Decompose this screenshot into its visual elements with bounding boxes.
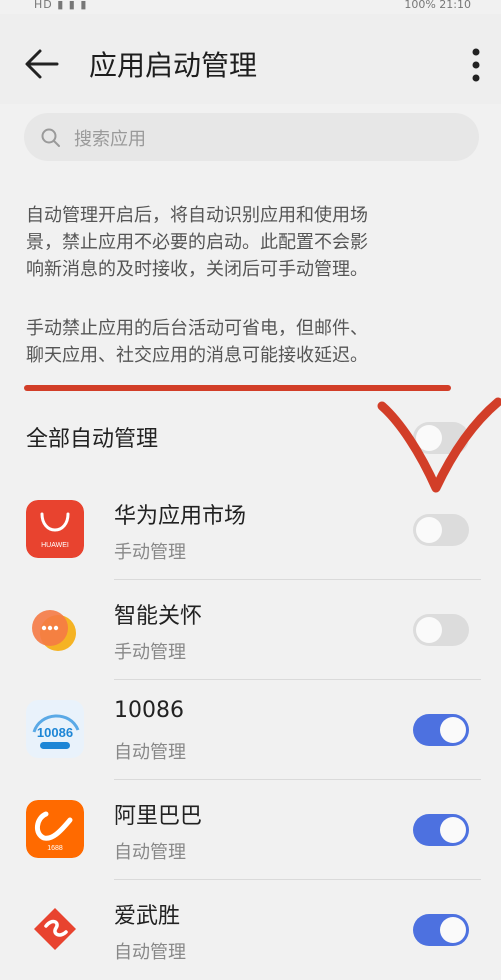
app-mode: 手动管理 [114,642,186,663]
search-placeholder: 搜索应用 [74,129,146,150]
app-name: 阿里巴巴 [114,804,203,829]
app-name: 爱武胜 [114,904,181,929]
app-toggle[interactable] [413,714,469,746]
huawei-appgallery-icon: HUAWEI [26,500,84,558]
battery-level: 100% [404,0,436,11]
app-toggle[interactable] [413,514,469,546]
status-time: 21:10 [439,0,471,11]
alibaba-icon: 1688 [26,800,84,858]
smart-care-icon [32,610,76,651]
app-mode: 自动管理 [114,942,186,963]
search-input[interactable]: 搜索应用 [24,113,479,161]
app-name: 智能关怀 [114,604,203,629]
app-mode: 自动管理 [114,842,186,863]
icon-label: HUAWEI [41,542,69,549]
status-bar: HD ▮ ▮ ▮ 100% 21:10 [0,0,501,14]
app-name: 10086 [114,698,184,723]
toggle-knob [416,517,442,543]
toggle-knob [440,717,466,743]
app-toggle[interactable] [413,814,469,846]
annotation-underline [24,385,451,391]
more-vert-icon[interactable] [471,48,481,82]
search-icon [41,128,60,147]
description-line: 手动禁止应用的后台活动可省电，但邮件、 [26,318,368,339]
app-row[interactable]: 1688 阿里巴巴 自动管理 [0,780,501,880]
all-auto-manage-label: 全部自动管理 [26,427,159,452]
aiwusheng-icon [34,908,76,950]
icon-label: 10086 [37,725,73,740]
description-line: 自动管理开启后，将自动识别应用和使用场 [26,205,368,226]
signal-indicators: HD ▮ ▮ ▮ [34,0,88,11]
app-bar: 应用启动管理 [0,14,501,104]
app-mode: 手动管理 [114,542,186,563]
description-paragraph-2: 手动禁止应用的后台活动可省电，但邮件、 聊天应用、社交应用的消息可能接收延迟。 [26,315,481,369]
toggle-knob [440,817,466,843]
china-mobile-10086-icon: 10086 [26,700,84,758]
app-toggle[interactable] [413,914,469,946]
app-row[interactable]: HUAWEI 华为应用市场 手动管理 [0,480,501,580]
toggle-knob [416,617,442,643]
app-toggle[interactable] [413,614,469,646]
app-name: 华为应用市场 [114,504,247,529]
app-row[interactable]: 智能关怀 手动管理 [0,580,501,680]
description-paragraph-1: 自动管理开启后，将自动识别应用和使用场 景，禁止应用不必要的启动。此配置不会影 … [26,202,481,283]
icon-label: 1688 [47,845,63,852]
page-title: 应用启动管理 [89,49,258,82]
toggle-knob [440,917,466,943]
app-row[interactable]: 10086 10086 自动管理 [0,680,501,780]
app-row[interactable]: 爱武胜 自动管理 [0,880,501,980]
description-line: 响新消息的及时接收，关闭后可手动管理。 [26,259,368,280]
status-right: 100% 21:10 [404,0,471,11]
description-line: 景，禁止应用不必要的启动。此配置不会影 [26,232,368,253]
arrow-left-icon[interactable] [24,48,60,80]
app-mode: 自动管理 [114,742,186,763]
description-line: 聊天应用、社交应用的消息可能接收延迟。 [26,345,368,366]
